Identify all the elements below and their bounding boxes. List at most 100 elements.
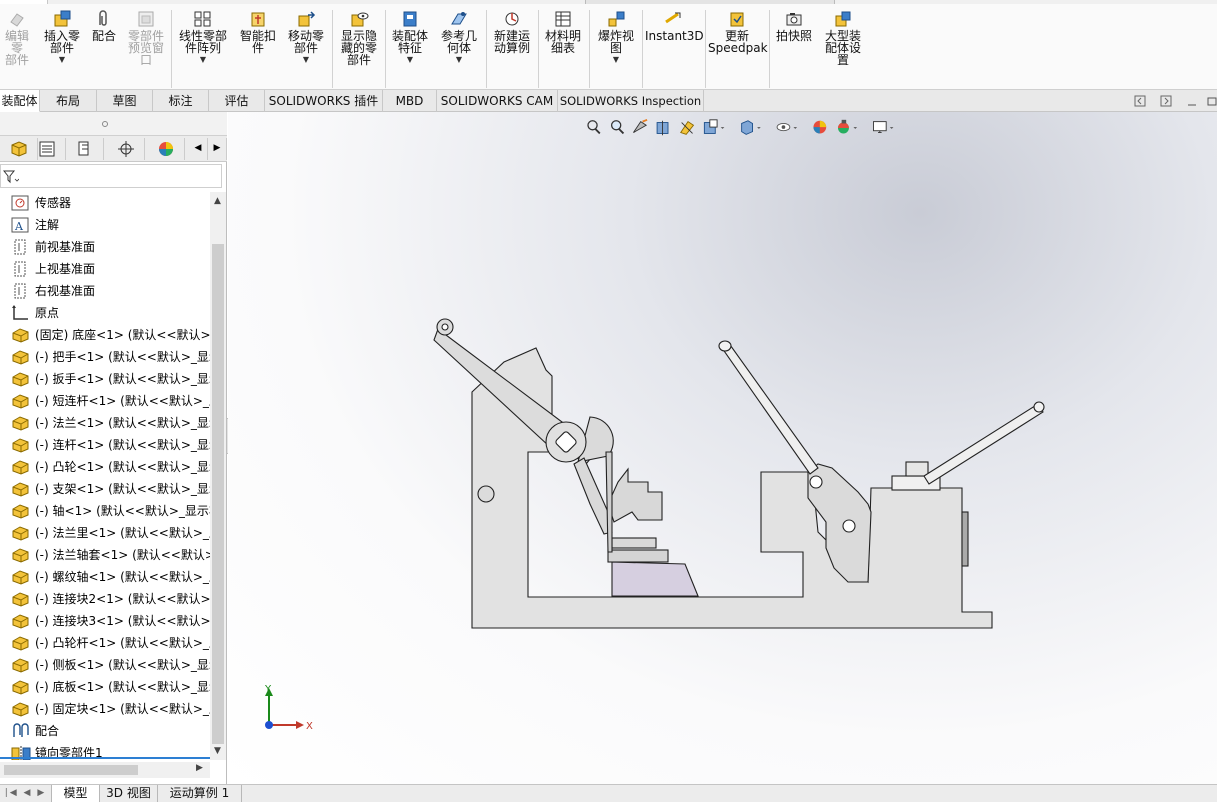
tree-item[interactable]: (-) 连接块2<1> (默认<<默认>_ (0, 588, 210, 610)
tree-item[interactable]: 传感器 (0, 192, 210, 214)
tree-rollback-bar[interactable] (0, 756, 210, 760)
filter-funnel-icon[interactable] (3, 170, 19, 184)
tree-item[interactable]: (-) 固定块<1> (默认<<默认>_显 (0, 698, 210, 720)
edit-appearance-icon[interactable] (813, 120, 827, 134)
large-assembly-settings-button[interactable]: 大型装 配体设置 (820, 10, 866, 66)
assembly-model[interactable] (428, 312, 1217, 642)
dock-left-icon[interactable] (1134, 95, 1146, 107)
edit-part-button[interactable]: 编辑零 部件 (0, 10, 34, 66)
tree-item[interactable]: (-) 支架<1> (默认<<默认>_显示 (0, 478, 210, 500)
tree-item-label: 原点 (35, 306, 60, 320)
tab-configuration-manager[interactable] (66, 138, 104, 160)
display-style-icon[interactable] (741, 120, 761, 135)
tree-horizontal-scrollbar[interactable]: ▶ (0, 762, 210, 778)
mate-button[interactable]: 配合 (88, 10, 120, 42)
new-motion-study-button[interactable]: 新建运 动算例 (490, 10, 534, 54)
x-axis-head (296, 721, 304, 729)
tree-item[interactable]: 上视基准面 (0, 258, 210, 280)
tab-solidworks-cam[interactable]: SOLIDWORKS CAM (437, 90, 558, 112)
tree-item[interactable]: (-) 轴<1> (默认<<默认>_显示状 (0, 500, 210, 522)
assembly-features-button[interactable]: 装配体 特征 ▼ (388, 10, 432, 66)
tree-item[interactable]: A 注解 (0, 214, 210, 236)
linear-pattern-button[interactable]: 线性零部 件阵列 ▼ (175, 10, 231, 66)
panel-splitter[interactable] (0, 112, 227, 136)
zoom-to-area-icon[interactable] (611, 120, 625, 135)
tab-sketch[interactable]: 草图 (97, 90, 153, 112)
tab-solidworks-inspection[interactable]: SOLIDWORKS Inspection (558, 90, 704, 112)
chevron-down-icon[interactable]: ▼ (593, 54, 639, 66)
tab-3d-view[interactable]: 3D 视图 (100, 785, 158, 802)
reference-geometry-button[interactable]: 参考几 何体 ▼ (436, 10, 482, 66)
scroll-tabs-right[interactable]: ▶ (208, 138, 227, 160)
move-part-button[interactable]: 移动零 部件 ▼ (284, 10, 328, 66)
chevron-down-icon[interactable]: ▼ (175, 54, 231, 66)
tree-item[interactable]: (-) 凸轮<1> (默认<<默认>_显示 (0, 456, 210, 478)
take-snapshot-button[interactable]: 拍快照 (772, 10, 816, 42)
scrollbar-thumb[interactable] (4, 765, 138, 775)
dock-right-icon[interactable] (1160, 95, 1172, 107)
tab-layout[interactable]: 布局 (40, 90, 97, 112)
minimize-icon[interactable] (1186, 95, 1198, 107)
tree-item[interactable]: 右视基准面 (0, 280, 210, 302)
hide-show-items-icon[interactable] (776, 123, 798, 132)
view-settings-icon[interactable] (872, 121, 894, 133)
chevron-down-icon[interactable]: ▼ (40, 54, 84, 66)
tab-markup[interactable]: 标注 (153, 90, 209, 112)
graphics-area[interactable]: Y X (228, 112, 1217, 784)
view-orientation-icon[interactable] (703, 119, 725, 134)
scroll-down-arrow[interactable]: ▼ (214, 746, 221, 756)
tab-scroll-arrows[interactable]: |◀ ◀ ▶ ▶| (0, 785, 52, 802)
chevron-down-icon[interactable]: ▼ (388, 54, 432, 66)
tab-property-manager[interactable] (28, 138, 66, 160)
apply-scene-icon[interactable] (838, 119, 858, 134)
tree-item[interactable]: (-) 凸轮杆<1> (默认<<默认>_显 (0, 632, 210, 654)
tree-item[interactable]: (-) 法兰里<1> (默认<<默认>_显 (0, 522, 210, 544)
exploded-view-button[interactable]: 爆炸视图 ▼ (593, 10, 639, 66)
tree-item[interactable]: (-) 把手<1> (默认<<默认>_显示 (0, 346, 210, 368)
tree-item[interactable]: 前视基准面 (0, 236, 210, 258)
scrollbar-thumb[interactable] (212, 244, 224, 744)
smart-fastener-button[interactable]: 智能扣件 (236, 10, 280, 54)
tree-item[interactable]: (-) 侧板<1> (默认<<默认>_显示 (0, 654, 210, 676)
tree-item[interactable]: (-) 法兰轴套<1> (默认<<默认>_ (0, 544, 210, 566)
chevron-down-icon[interactable]: ▼ (284, 54, 328, 66)
tree-item[interactable]: (-) 扳手<1> (默认<<默认>_显示 (0, 368, 210, 390)
show-hidden-button[interactable]: 显示隐 藏的零 部件 (336, 10, 382, 66)
tree-item[interactable]: 原点 (0, 302, 210, 324)
tree-filter[interactable] (0, 164, 222, 188)
tab-assembly[interactable]: 装配体 (0, 90, 40, 112)
tree-item[interactable]: (-) 连杆<1> (默认<<默认>_显示 (0, 434, 210, 456)
splitter-handle-icon[interactable] (101, 120, 109, 128)
chevron-down-icon[interactable]: ▼ (436, 54, 482, 66)
tab-evaluate[interactable]: 评估 (209, 90, 265, 112)
instant3d-button[interactable]: Instant3D (645, 10, 704, 42)
tab-dimxpert[interactable] (107, 138, 145, 160)
tab-mbd[interactable]: MBD (383, 90, 437, 112)
tree-item[interactable]: (-) 法兰<1> (默认<<默认>_显示 (0, 412, 210, 434)
tree-item[interactable]: (-) 螺纹轴<1> (默认<<默认>_显 (0, 566, 210, 588)
part-icon (12, 416, 29, 431)
update-speedpak-button[interactable]: 更新 Speedpak (708, 10, 768, 54)
tree-item[interactable]: (固定) 底座<1> (默认<<默认>_ (0, 324, 210, 346)
bill-of-materials-button[interactable]: 材料明 细表 (541, 10, 585, 54)
tree-item[interactable]: (-) 短连杆<1> (默认<<默认>_显 (0, 390, 210, 412)
tab-solidworks-addins[interactable]: SOLIDWORKS 插件 (265, 90, 383, 112)
previous-view-icon[interactable] (633, 118, 648, 133)
tab-motion-study[interactable]: 运动算例 1 (158, 785, 242, 802)
tab-display-manager[interactable] (147, 138, 185, 160)
scroll-right-arrow[interactable]: ▶ (196, 763, 203, 773)
tree-vertical-scrollbar[interactable]: ▲ ▼ (210, 192, 226, 760)
insert-part-button[interactable]: 插入零 部件 ▼ (40, 10, 84, 66)
feature-manager-panel: ◀ ▶ 传感器 A 注解 前视基准面 上视基准面 右视基准面原点 (固定) 底座<1> (默… (0, 112, 235, 784)
section-view-icon[interactable] (656, 120, 669, 136)
component-preview-button[interactable]: 零部件 预览窗口 (124, 10, 168, 66)
zoom-to-fit-icon[interactable] (587, 120, 601, 135)
tree-item[interactable]: (-) 底板<1> (默认<<默认>_显示 (0, 676, 210, 698)
tab-model[interactable]: 模型 (52, 785, 100, 802)
restore-icon[interactable] (1206, 95, 1217, 107)
tree-item[interactable]: 配合 (0, 720, 210, 742)
scroll-tabs-left[interactable]: ◀ (189, 138, 208, 160)
scroll-up-arrow[interactable]: ▲ (214, 196, 221, 206)
tree-item[interactable]: (-) 连接块3<1> (默认<<默认>_ (0, 610, 210, 632)
dynamic-annotation-icon[interactable] (680, 121, 695, 135)
